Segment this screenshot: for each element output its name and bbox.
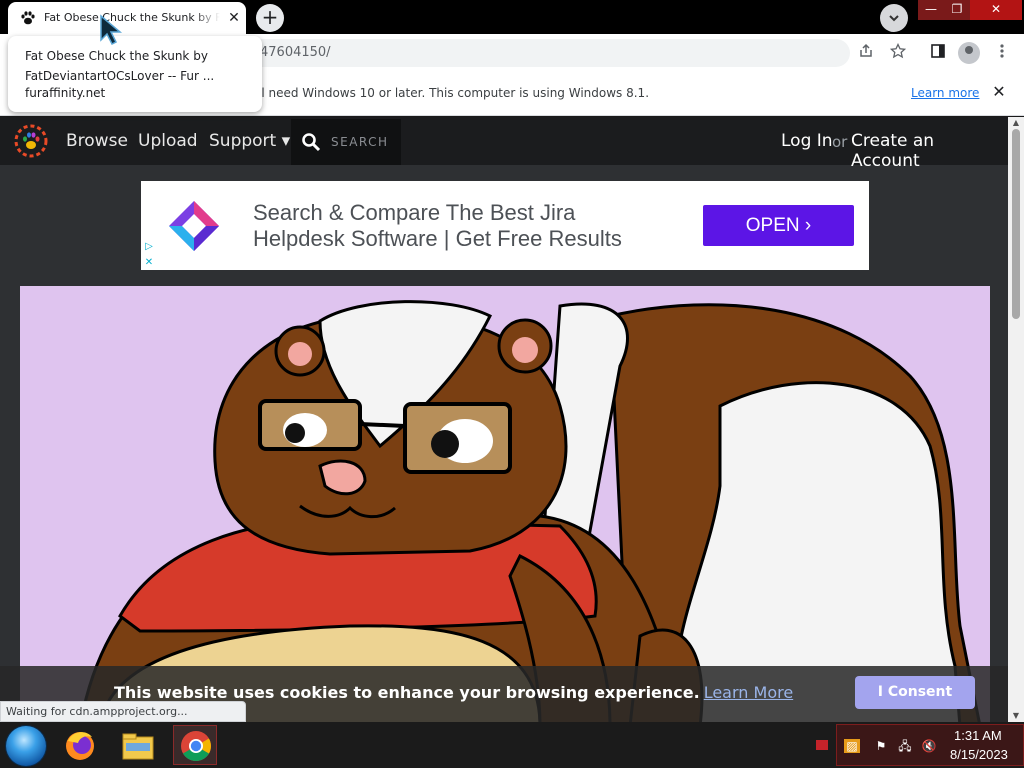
cookie-learn-more-link[interactable]: Learn More — [704, 683, 793, 702]
ad-brand-logo-icon — [169, 201, 219, 251]
infobar-close-icon[interactable]: ✕ — [990, 83, 1008, 101]
tab-hover-card: Fat Obese Chuck the Skunk by FatDevianta… — [8, 36, 262, 112]
furaffinity-logo-icon[interactable] — [14, 124, 48, 158]
submission-artwork[interactable] — [20, 286, 990, 722]
firefox-taskbar-button[interactable] — [58, 725, 102, 765]
ad-close-icon[interactable]: ✕ — [141, 255, 157, 270]
side-panel-icon[interactable] — [928, 43, 948, 63]
page-scrollbar[interactable]: ▲ ▼ — [1008, 117, 1024, 722]
infobar-learn-more-link[interactable]: Learn more — [911, 86, 979, 100]
notification-flag-icon[interactable] — [816, 740, 828, 750]
tab-close-icon[interactable]: ✕ — [226, 10, 242, 26]
address-url: 47604150/ — [260, 45, 331, 60]
nav-upload-link[interactable]: Upload — [138, 131, 198, 151]
nav-support-dropdown[interactable]: Support ▾ — [209, 131, 290, 151]
login-or-text: or — [832, 133, 848, 151]
ad-headline-1: Search & Compare The Best Jira — [253, 200, 576, 225]
login-link[interactable]: Log In — [781, 131, 833, 151]
windows-taskbar: ▨ ⚑ 🖧 🔇 1:31 AM 8/15/2023 — [0, 722, 1024, 768]
clock-date[interactable]: 8/15/2023 — [950, 747, 1008, 762]
window-controls: — ❐ ✕ — [918, 0, 1022, 20]
scroll-down-arrow-icon[interactable]: ▼ — [1008, 710, 1024, 722]
chrome-icon — [181, 731, 211, 762]
advertisement-banner[interactable]: Search & Compare The Best Jira Helpdesk … — [141, 181, 869, 270]
clock-time[interactable]: 1:31 AM — [954, 728, 1002, 743]
chevron-down-icon — [889, 15, 899, 22]
cookie-consent-button[interactable]: I Consent — [855, 676, 975, 709]
tab-strip: Fat Obese Chuck the Skunk by FatDevianta… — [0, 0, 1024, 34]
artwork-drawing — [79, 300, 981, 722]
firefox-icon — [66, 732, 94, 760]
ad-headline-2: Helpdesk Software | Get Free Results — [253, 226, 622, 251]
hover-card-domain: furaffinity.net — [25, 86, 106, 100]
tray-app-icon[interactable]: ▨ — [844, 739, 860, 753]
file-explorer-taskbar-button[interactable] — [116, 725, 160, 765]
scroll-up-arrow-icon[interactable]: ▲ — [1008, 117, 1024, 129]
network-icon[interactable]: 🖧 — [897, 739, 913, 753]
paw-icon — [21, 11, 35, 25]
chrome-taskbar-button[interactable] — [173, 725, 217, 765]
profile-icon[interactable] — [958, 42, 980, 64]
tab-search-button[interactable] — [880, 4, 908, 32]
start-button[interactable] — [6, 726, 46, 766]
create-account-link[interactable]: Create an Account — [851, 131, 1008, 171]
menu-icon[interactable] — [992, 43, 1012, 63]
share-icon[interactable] — [856, 43, 876, 63]
address-bar[interactable]: 47604150/ — [160, 39, 850, 67]
site-navbar: Browse Upload Support ▾ SEARCH Log In or… — [0, 117, 1008, 171]
infobar-message: ll need Windows 10 or later. This comput… — [258, 86, 650, 100]
cookie-message-wrap: This website uses cookies to enhance you… — [114, 683, 793, 702]
ad-open-button[interactable]: OPEN › — [703, 205, 854, 246]
nav-browse-link[interactable]: Browse — [66, 131, 128, 151]
close-window-button[interactable]: ✕ — [970, 0, 1022, 20]
loading-status-bubble: Waiting for cdn.ampproject.org... — [0, 701, 246, 722]
adchoices-icon[interactable]: ▷ — [141, 239, 157, 254]
star-icon[interactable] — [888, 42, 908, 63]
search-placeholder: SEARCH — [331, 135, 389, 149]
search-icon — [302, 133, 321, 152]
site-search-box[interactable]: SEARCH — [291, 119, 401, 165]
mouse-cursor-icon — [100, 14, 123, 46]
tab-title: Fat Obese Chuck the Skunk by FatDevianta… — [44, 11, 220, 24]
volume-muted-icon[interactable]: 🔇 — [921, 739, 937, 753]
page-viewport: Browse Upload Support ▾ SEARCH Log In or… — [0, 117, 1008, 722]
minimize-button[interactable]: — — [918, 0, 944, 20]
cookie-message: This website uses cookies to enhance you… — [114, 683, 700, 702]
restore-button[interactable]: ❐ — [944, 0, 970, 20]
hover-card-title: Fat Obese Chuck the Skunk by FatDevianta… — [25, 49, 215, 83]
scrollbar-thumb[interactable] — [1012, 129, 1020, 319]
active-tab[interactable]: Fat Obese Chuck the Skunk by FatDevianta… — [8, 2, 246, 34]
new-tab-button[interactable]: + — [256, 4, 284, 32]
action-center-flag-icon[interactable]: ⚑ — [873, 739, 889, 753]
file-explorer-icon — [122, 733, 154, 760]
